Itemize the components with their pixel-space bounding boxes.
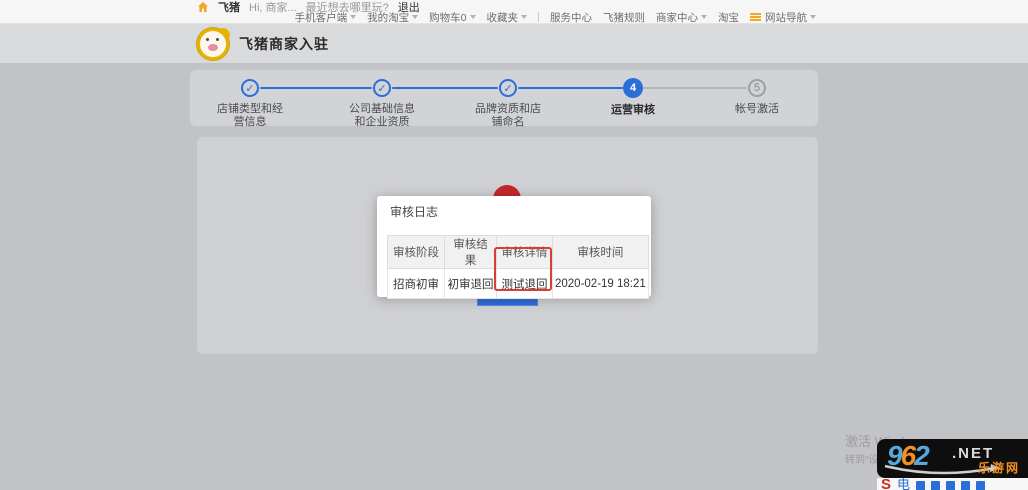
col-header-result: 审核结果 xyxy=(445,236,497,269)
step-label: 公司基础信息 和企业资质 xyxy=(327,103,437,129)
nav-link-taobao[interactable]: 淘宝 xyxy=(718,10,739,25)
nav-link-merchant-center[interactable]: 商家中心 xyxy=(656,10,707,25)
step-number: 5 xyxy=(748,79,766,97)
col-header-time: 审核时间 xyxy=(553,236,649,269)
step-check-icon: ✓ xyxy=(499,79,517,97)
nav-link-cart[interactable]: 购物车0 xyxy=(429,10,475,25)
caret-down-icon xyxy=(412,15,418,19)
site-logo-number: 962 xyxy=(887,440,928,472)
step-label: 运营审核 xyxy=(578,104,688,117)
partial-logo-block xyxy=(931,481,940,490)
cell-stage: 招商初审 xyxy=(388,269,445,299)
red-highlight-box xyxy=(494,247,552,291)
step-label: 店铺类型和经 营信息 xyxy=(195,103,305,129)
top-navbar-right: 手机客户端 我的淘宝 购物车0 收藏夹 服务中心 飞猪规则 商家中心 淘宝 网站… xyxy=(295,12,816,22)
caret-down-icon xyxy=(350,15,356,19)
step-shop-type[interactable]: ✓ 店铺类型和经 营信息 xyxy=(195,70,305,129)
cell-time: 2020-02-19 18:21 xyxy=(553,269,649,299)
partial-logo-block xyxy=(961,481,970,490)
nav-link-site-nav[interactable]: 网站导航 xyxy=(750,10,816,25)
step-account-activation[interactable]: 5 帐号激活 xyxy=(702,70,812,116)
step-company-info[interactable]: ✓ 公司基础信息 和企业资质 xyxy=(327,70,437,129)
nav-divider xyxy=(538,12,539,22)
partial-logo-block xyxy=(976,481,985,490)
nav-link-mobile-client[interactable]: 手机客户端 xyxy=(295,10,357,25)
nav-link-my-taobao[interactable]: 我的淘宝 xyxy=(367,10,418,25)
caret-down-icon xyxy=(810,15,816,19)
site-watermark-logo: 962 .NET 乐游网 xyxy=(877,439,1028,478)
nav-link-favorites[interactable]: 收藏夹 xyxy=(487,10,528,25)
partial-blue-glyph: 电 xyxy=(897,478,910,490)
partial-logo-block xyxy=(946,481,955,490)
hamburger-icon xyxy=(750,13,761,22)
step-label: 品牌资质和店 铺命名 xyxy=(453,103,563,129)
cell-result: 初审退回 xyxy=(445,269,497,299)
nav-link-service-center[interactable]: 服务中心 xyxy=(550,10,592,25)
site-logo-name: 乐游网 xyxy=(978,459,1020,476)
partial-red-glyph: S xyxy=(881,478,891,490)
page-title: 飞猪商家入驻 xyxy=(239,34,329,54)
stepper-panel: ✓ 店铺类型和经 营信息 ✓ 公司基础信息 和企业资质 ✓ 品牌资质和店 铺命名… xyxy=(190,70,818,126)
caret-down-icon xyxy=(470,15,476,19)
step-brand-naming[interactable]: ✓ 品牌资质和店 铺命名 xyxy=(453,70,563,129)
top-navbar: 飞猪 Hi, 商家... 最近想去哪里玩? 退出 手机客户端 我的淘宝 购物车0… xyxy=(0,0,1028,24)
col-header-stage: 审核阶段 xyxy=(388,236,445,269)
caret-down-icon xyxy=(521,15,527,19)
partial-logo-block xyxy=(916,481,925,490)
step-label: 帐号激活 xyxy=(702,103,812,116)
nav-link-fliggy-rules[interactable]: 飞猪规则 xyxy=(603,10,645,25)
step-number: 4 xyxy=(623,78,643,98)
fliggy-logo-icon xyxy=(197,28,229,60)
page-header: 飞猪商家入驻 xyxy=(0,24,1028,63)
step-operation-review[interactable]: 4 运营审核 xyxy=(578,70,688,117)
partial-logos-strip: S 电 xyxy=(877,478,1028,490)
caret-down-icon xyxy=(701,15,707,19)
step-check-icon: ✓ xyxy=(241,79,259,97)
nav-brand-fliggy[interactable]: 飞猪 xyxy=(218,0,240,15)
page: 飞猪 Hi, 商家... 最近想去哪里玩? 退出 手机客户端 我的淘宝 购物车0… xyxy=(0,0,1028,490)
dialog-title: 审核日志 xyxy=(390,203,438,220)
nav-greeting: Hi, 商家... xyxy=(249,0,297,15)
home-icon[interactable] xyxy=(197,1,209,13)
step-check-icon: ✓ xyxy=(373,79,391,97)
